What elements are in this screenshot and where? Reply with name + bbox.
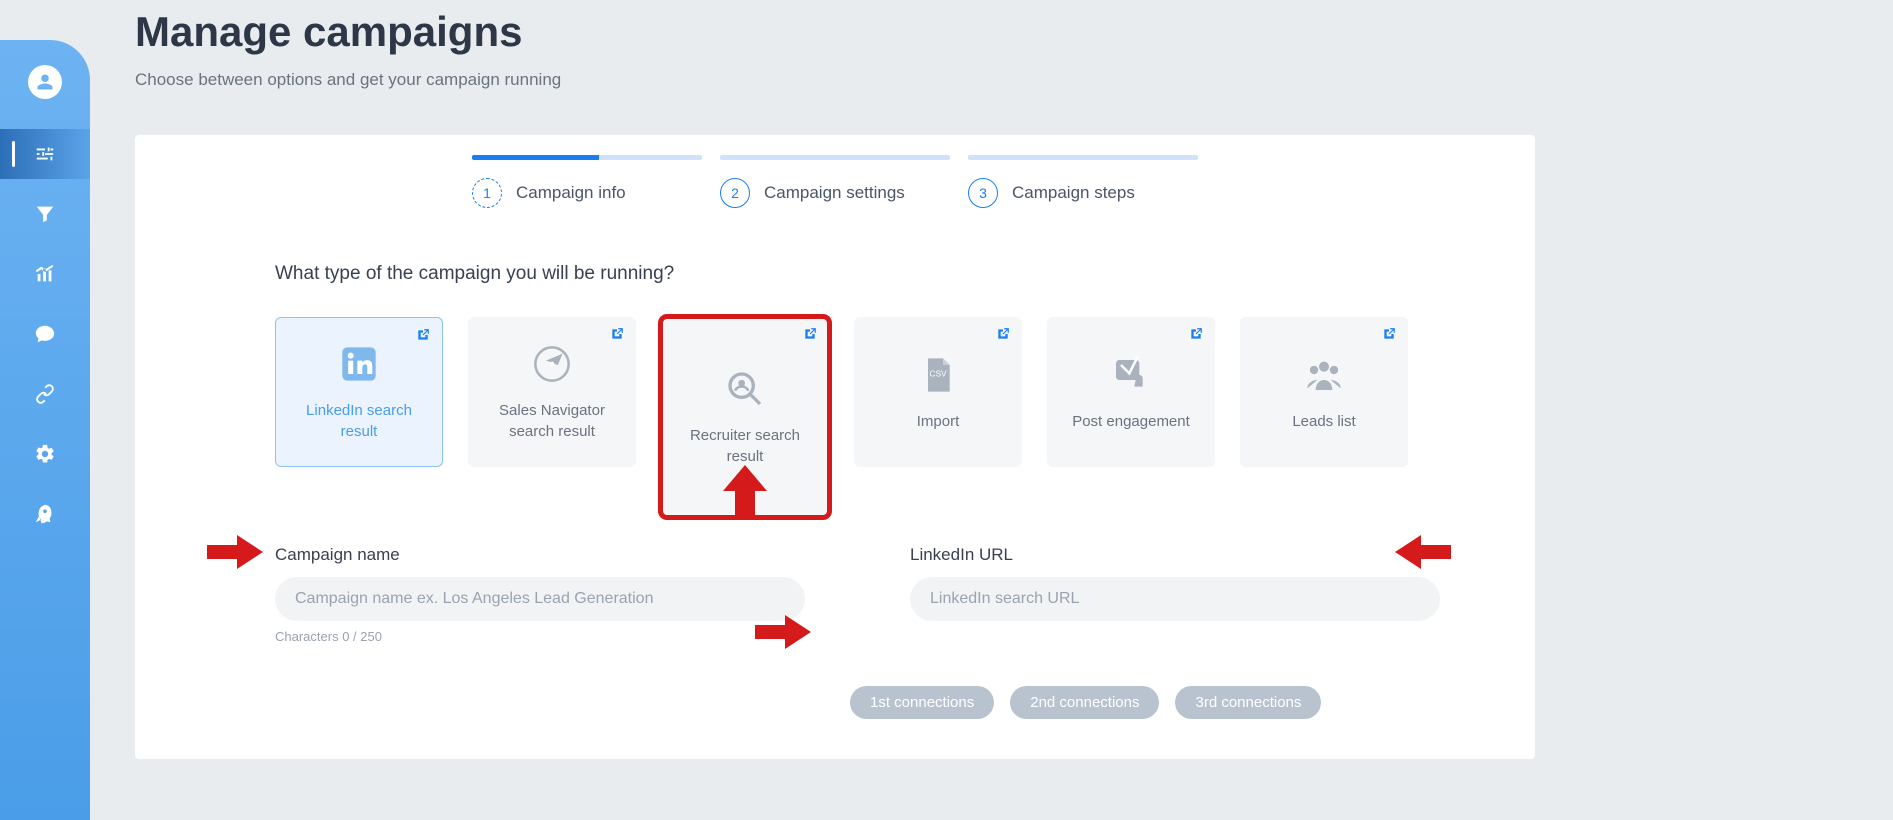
stepper: 1 Campaign info 2 Campaign settings 3 Ca… — [135, 155, 1535, 208]
page-header: Manage campaigns Choose between options … — [135, 0, 1535, 90]
step-campaign-settings[interactable]: 2 Campaign settings — [720, 155, 950, 208]
annotation-arrow-up — [723, 465, 767, 515]
type-card-recruiter-search[interactable]: Recruiter search result — [661, 317, 829, 517]
step-campaign-steps[interactable]: 3 Campaign steps — [968, 155, 1198, 208]
external-link-icon[interactable] — [1189, 327, 1203, 341]
external-link-icon[interactable] — [610, 327, 624, 341]
gear-icon — [34, 443, 56, 465]
step-label: Campaign info — [516, 183, 626, 203]
step-progress-bar — [720, 155, 950, 160]
type-card-post-engagement[interactable]: Post engagement — [1047, 317, 1215, 467]
campaign-name-input[interactable] — [275, 577, 805, 621]
type-card-label: Post engagement — [1062, 411, 1200, 432]
step-number: 1 — [472, 178, 502, 208]
step-label: Campaign steps — [1012, 183, 1135, 203]
type-card-import[interactable]: CSV Import — [854, 317, 1022, 467]
annotation-arrow-right — [207, 535, 263, 569]
step-number: 2 — [720, 178, 750, 208]
main-card: 1 Campaign info 2 Campaign settings 3 Ca… — [135, 135, 1535, 759]
character-counter: Characters 0 / 250 — [275, 629, 805, 644]
sidebar-item-analytics[interactable] — [0, 249, 90, 299]
connection-chips: 1st connections 2nd connections 3rd conn… — [850, 686, 1535, 719]
chat-icon — [34, 323, 56, 345]
type-card-sales-navigator[interactable]: Sales Navigator search result — [468, 317, 636, 467]
chip-1st-connections[interactable]: 1st connections — [850, 686, 994, 719]
campaign-type-heading: What type of the campaign you will be ru… — [275, 263, 1535, 285]
step-progress-bar — [472, 155, 702, 160]
step-campaign-info[interactable]: 1 Campaign info — [472, 155, 702, 208]
sidebar-item-chat[interactable] — [0, 309, 90, 359]
chip-3rd-connections[interactable]: 3rd connections — [1175, 686, 1321, 719]
form-row: Campaign name Characters 0 / 250 LinkedI… — [275, 545, 1535, 644]
type-card-linkedin-search[interactable]: LinkedIn search result — [275, 317, 443, 467]
campaign-name-field-group: Campaign name Characters 0 / 250 — [275, 545, 805, 644]
svg-text:CSV: CSV — [929, 368, 947, 378]
funnel-icon — [34, 203, 56, 225]
sidebar-item-campaigns[interactable] — [0, 129, 90, 179]
step-progress-bar — [968, 155, 1198, 160]
type-card-label: Import — [907, 411, 970, 432]
avatar[interactable] — [28, 65, 62, 99]
link-icon — [34, 383, 56, 405]
sidebar — [0, 40, 90, 820]
annotation-arrow-left — [1395, 535, 1451, 569]
linkedin-icon — [337, 342, 381, 386]
annotation-arrow-right — [755, 615, 811, 649]
step-number: 3 — [968, 178, 998, 208]
linkedin-url-label: LinkedIn URL — [910, 545, 1440, 565]
external-link-icon[interactable] — [803, 327, 817, 341]
campaign-name-label: Campaign name — [275, 545, 805, 565]
linkedin-url-field-group: LinkedIn URL — [910, 545, 1440, 644]
linkedin-url-input[interactable] — [910, 577, 1440, 621]
campaign-type-cards: LinkedIn search result Sales Navigator s… — [275, 317, 1535, 517]
external-link-icon[interactable] — [416, 328, 430, 342]
rocket-icon — [34, 503, 56, 525]
chip-2nd-connections[interactable]: 2nd connections — [1010, 686, 1159, 719]
magnifier-user-icon — [723, 367, 767, 411]
sidebar-item-filter[interactable] — [0, 189, 90, 239]
engagement-icon — [1109, 353, 1153, 397]
sliders-icon — [34, 143, 56, 165]
chart-icon — [34, 263, 56, 285]
csv-file-icon: CSV — [916, 353, 960, 397]
type-card-label: Sales Navigator search result — [468, 400, 636, 442]
external-link-icon[interactable] — [996, 327, 1010, 341]
sidebar-item-links[interactable] — [0, 369, 90, 419]
type-card-leads-list[interactable]: Leads list — [1240, 317, 1408, 467]
page-subtitle: Choose between options and get your camp… — [135, 70, 1535, 90]
people-group-icon — [1302, 353, 1346, 397]
step-label: Campaign settings — [764, 183, 905, 203]
sidebar-item-settings[interactable] — [0, 429, 90, 479]
external-link-icon[interactable] — [1382, 327, 1396, 341]
type-card-label: LinkedIn search result — [276, 400, 442, 442]
compass-icon — [530, 342, 574, 386]
page-title: Manage campaigns — [135, 8, 1535, 56]
type-card-label: Leads list — [1282, 411, 1365, 432]
user-icon — [36, 73, 54, 91]
type-card-label: Recruiter search result — [661, 425, 829, 467]
sidebar-item-rocket[interactable] — [0, 489, 90, 539]
